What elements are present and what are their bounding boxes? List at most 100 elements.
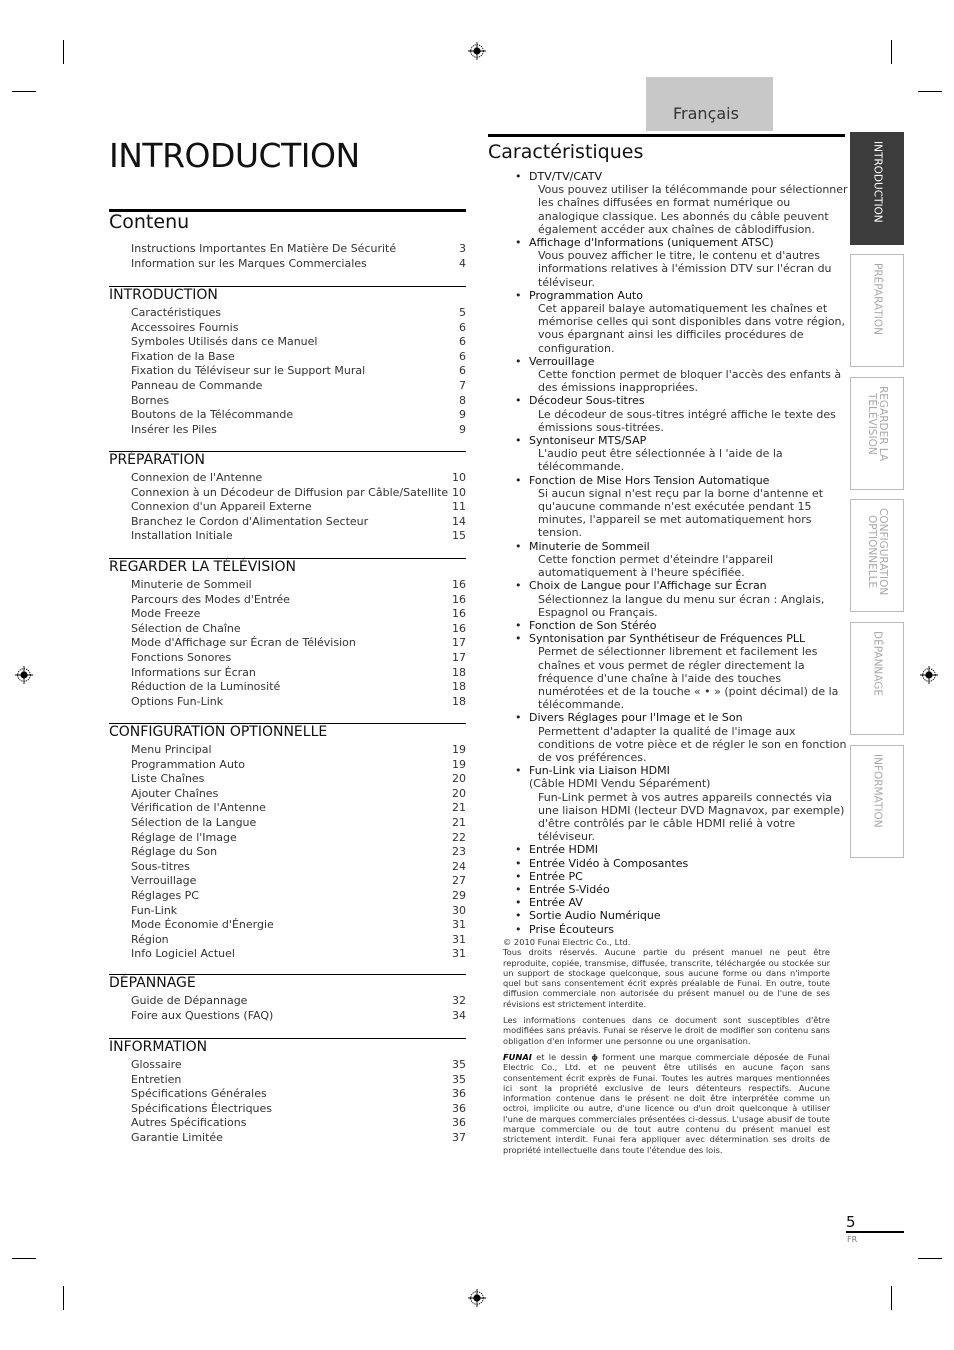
toc-section-title[interactable]: PRÉPARATION — [109, 452, 205, 468]
toc-entry[interactable]: Entretien 35 — [131, 1073, 466, 1088]
legal-text: et le dessin — [531, 1051, 592, 1062]
feature-title: DTV/TV/CATV — [529, 170, 602, 183]
toc-entry[interactable]: Région 31 — [131, 933, 466, 948]
toc-section-title[interactable]: INFORMATION — [109, 1039, 207, 1055]
side-tab-preparation[interactable]: PRÉPARATION — [850, 254, 904, 367]
toc-entry-page: 6 — [459, 349, 466, 363]
toc-entry[interactable]: Caractéristiques 5 — [131, 306, 466, 321]
feature-description: Cette fonction permet d'éteindre l'appar… — [538, 552, 773, 580]
toc-entry-label: Spécifications Électriques — [131, 1101, 273, 1115]
toc-entry[interactable]: Connexion à un Décodeur de Diffusion par… — [131, 486, 466, 501]
toc-entry[interactable]: Bornes 8 — [131, 394, 466, 409]
toc-entry-page: 21 — [452, 801, 466, 815]
features-list: DTV/TV/CATVVous pouvez utiliser la téléc… — [515, 170, 850, 936]
toc-entry[interactable]: Mode Économie d'Énergie 31 — [131, 918, 466, 933]
toc-entry[interactable]: Mode Freeze 16 — [131, 607, 466, 622]
toc-entry[interactable]: Vérification de l'Antenne 21 — [131, 801, 466, 816]
side-tab-configuration-optionnelle[interactable]: CONFIGURATION OPTIONNELLE — [850, 499, 904, 612]
side-tab-introduction[interactable]: INTRODUCTION — [850, 132, 904, 245]
toc-entry[interactable]: Liste Chaînes 20 — [131, 772, 466, 787]
toc-entry[interactable]: Fonctions Sonores 17 — [131, 651, 466, 666]
toc-entry-page: 35 — [452, 1072, 466, 1086]
toc-entry[interactable]: Sous-titres 24 — [131, 860, 466, 875]
toc-entry-label: Options Fun-Link — [131, 694, 224, 708]
toc-entry-page: 4 — [459, 256, 466, 270]
side-tab-information[interactable]: INFORMATION — [850, 745, 904, 858]
toc-entry[interactable]: Options Fun-Link 18 — [131, 695, 466, 710]
toc-section-title[interactable]: CONFIGURATION OPTIONNELLE — [109, 724, 327, 740]
toc-entry[interactable]: Parcours des Modes d'Entrée 16 — [131, 593, 466, 608]
toc-entry-label: Garantie Limitée — [131, 1130, 223, 1144]
toc-entry[interactable]: Réduction de la Luminosité 18 — [131, 680, 466, 695]
feature-description: Permet de sélectionner librement et faci… — [538, 645, 839, 712]
toc-entry[interactable]: Spécifications Électriques 36 — [131, 1102, 466, 1117]
toc-entry-page: 15 — [452, 529, 466, 543]
toc-entry-page: 16 — [452, 592, 466, 606]
feature-item: Entrée PC — [515, 870, 850, 883]
toc-entry[interactable]: Accessoires Fournis 6 — [131, 321, 466, 336]
toc-entry[interactable]: Symboles Utilisés dans ce Manuel 6 — [131, 335, 466, 350]
toc-entry[interactable]: Guide de Dépannage 32 — [131, 994, 466, 1009]
toc-section-title[interactable]: INTRODUCTION — [109, 287, 218, 303]
page-number: 5 — [846, 1213, 856, 1231]
toc-entry[interactable]: Ajouter Chaînes 20 — [131, 787, 466, 802]
toc-entry-page: 9 — [459, 422, 466, 436]
toc-entry-page: 18 — [452, 694, 466, 708]
toc-entry[interactable]: Glossaire 35 — [131, 1058, 466, 1073]
toc-entry[interactable]: Sélection de Chaîne 16 — [131, 622, 466, 637]
features-heading: Caractéristiques — [488, 141, 644, 163]
toc-entry[interactable]: Connexion d'un Appareil Externe 11 — [131, 500, 466, 515]
toc-entry-label: Fixation du Téléviseur sur le Support Mu… — [131, 364, 366, 378]
side-tab-regarder-la-television[interactable]: REGARDER LA TÉLÉVISION — [850, 377, 904, 490]
toc-entry-label: Boutons de la Télécommande — [131, 408, 294, 422]
toc-entry[interactable]: Fun-Link 30 — [131, 904, 466, 919]
toc-entry[interactable]: Info Logiciel Actuel 31 — [131, 947, 466, 962]
toc-section-title[interactable]: REGARDER LA TÉLÉVISION — [109, 559, 296, 575]
toc-entry[interactable]: Informations sur Écran 18 — [131, 666, 466, 681]
toc-entry[interactable]: Fixation de la Base 6 — [131, 350, 466, 365]
toc-entry[interactable]: Réglages PC 29 — [131, 889, 466, 904]
toc-entry[interactable]: Information sur les Marques Commerciales… — [131, 257, 466, 272]
feature-item: DTV/TV/CATVVous pouvez utiliser la téléc… — [515, 170, 850, 236]
toc-entry-page: 16 — [452, 621, 466, 635]
toc-section-title[interactable]: DÉPANNAGE — [109, 975, 196, 991]
toc-entry[interactable]: Réglage du Son 23 — [131, 845, 466, 860]
feature-title: Sortie Audio Numérique — [529, 909, 661, 923]
toc-entry[interactable]: Sélection de la Langue 21 — [131, 816, 466, 831]
toc-entry-page: 9 — [459, 408, 466, 422]
contents-heading: Contenu — [109, 211, 190, 233]
toc-entry[interactable]: Panneau de Commande 7 — [131, 379, 466, 394]
toc-entry-label: Guide de Dépannage — [131, 994, 248, 1007]
toc-entry-label: Connexion d'un Appareil Externe — [131, 500, 312, 514]
toc-entry-label: Bornes — [131, 393, 170, 407]
toc-entry[interactable]: Menu Principal 19 — [131, 743, 466, 758]
toc-entry-label: Informations sur Écran — [131, 665, 256, 679]
legal-paragraph: Tous droits réservés. Aucune partie du p… — [503, 947, 830, 1009]
feature-title: Fun-Link via Liaison HDMI — [529, 764, 670, 778]
toc-entry-label: Connexion de l'Antenne — [131, 471, 263, 484]
toc-entry-label: Sélection de la Langue — [131, 815, 257, 829]
toc-entry-label: Mode d'Affichage sur Écran de Télévision — [131, 636, 356, 650]
toc-entry[interactable]: Minuterie de Sommeil 16 — [131, 578, 466, 593]
toc-entry[interactable]: Insérer les Piles 9 — [131, 423, 466, 438]
toc-entry[interactable]: Programmation Auto 19 — [131, 758, 466, 773]
side-tab-depannage[interactable]: DÉPANNAGE — [850, 622, 904, 735]
toc-entry-label: Minuterie de Sommeil — [131, 578, 252, 591]
feature-item: Affichage d'Informations (uniquement ATS… — [515, 236, 850, 289]
toc-entry[interactable]: Foire aux Questions (FAQ) 34 — [131, 1009, 466, 1024]
toc-entry[interactable]: Spécifications Générales 36 — [131, 1087, 466, 1102]
toc-entry[interactable]: Installation Initiale 15 — [131, 529, 466, 544]
toc-entry[interactable]: Branchez le Cordon d'Alimentation Secteu… — [131, 515, 466, 530]
toc-entry[interactable]: Réglage de l'Image 22 — [131, 831, 466, 846]
toc-entry[interactable]: Instructions Importantes En Matière De S… — [131, 242, 466, 257]
toc-entry[interactable]: Boutons de la Télécommande 9 — [131, 408, 466, 423]
toc-entry[interactable]: Mode d'Affichage sur Écran de Télévision… — [131, 636, 466, 651]
toc-entry[interactable]: Autres Spécifications 36 — [131, 1116, 466, 1131]
toc-intro-list: Instructions Importantes En Matière De S… — [131, 242, 466, 271]
toc-entry[interactable]: Verrouillage 27 — [131, 874, 466, 889]
toc-entry-label: Entretien — [131, 1072, 182, 1086]
toc-entry-page: 21 — [452, 815, 466, 829]
toc-entry[interactable]: Fixation du Téléviseur sur le Support Mu… — [131, 364, 466, 379]
toc-entry[interactable]: Connexion de l'Antenne 10 — [131, 471, 466, 486]
toc-entry[interactable]: Garantie Limitée 37 — [131, 1131, 466, 1146]
